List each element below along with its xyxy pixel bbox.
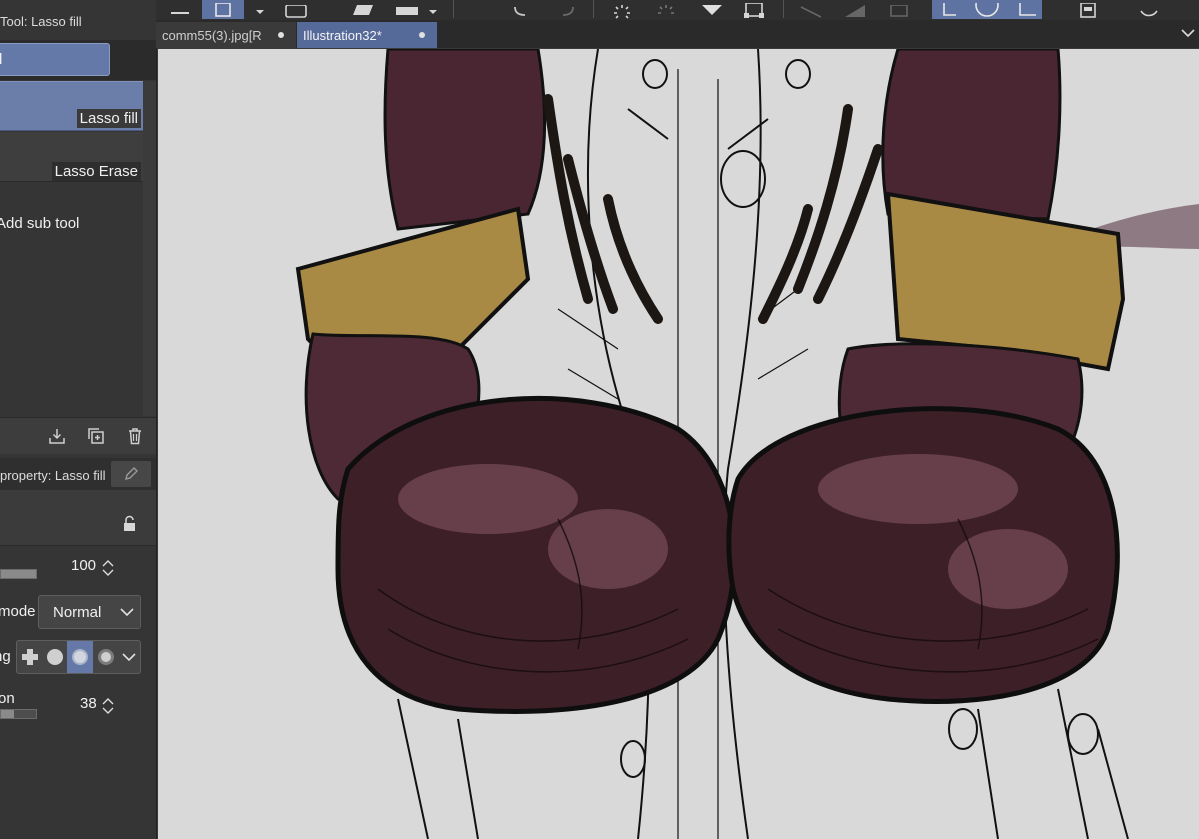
duplicate-icon[interactable] (85, 425, 107, 447)
aa-none-icon[interactable] (17, 641, 43, 673)
tab-comm55[interactable]: comm55(3).jpg[R (156, 22, 296, 48)
left-sleeve (383, 49, 547, 231)
canvas-area[interactable] (158, 49, 1199, 839)
modified-dot-icon (278, 32, 284, 38)
subtool-footer (0, 417, 156, 454)
opacity-value[interactable]: 100 (71, 557, 96, 574)
expansion-label: on (0, 690, 15, 707)
blending-mode-select[interactable]: Normal (38, 595, 141, 629)
menu-icon[interactable] (168, 0, 192, 19)
selection-mode-group[interactable] (932, 0, 1042, 19)
toolbar-divider (453, 0, 454, 18)
download-icon[interactable] (46, 425, 68, 447)
left-boxing-glove (335, 395, 737, 714)
subtool-label: Lasso Erase (51, 162, 141, 181)
expansion-slider-fill (1, 710, 15, 718)
modified-dot-icon (419, 32, 425, 38)
expansion-value[interactable]: 38 (80, 695, 97, 712)
subtool-lasso-erase[interactable]: Lasso Erase (0, 132, 143, 182)
opacity-slider-fill (1, 570, 36, 578)
clipboard-icon[interactable] (1072, 0, 1104, 19)
trash-icon[interactable] (124, 425, 146, 447)
toolbar-divider (593, 0, 594, 18)
expansion-slider[interactable] (0, 709, 37, 719)
aa-weak-icon[interactable] (42, 641, 68, 673)
transform-icon[interactable] (739, 0, 769, 19)
command-bar (156, 0, 1199, 20)
sparkle-icon[interactable] (652, 0, 680, 19)
aa-strong-icon[interactable] (93, 641, 119, 673)
sub-tool-panel: Tool: Lasso fill l Lasso fill Lasso Eras… (0, 0, 157, 839)
hair-locks (543, 94, 883, 324)
redo-icon[interactable] (552, 0, 580, 19)
tab-label: comm55(3).jpg[R (162, 28, 262, 43)
tool-group-button[interactable]: l (0, 43, 110, 76)
tab-label: Illustration32* (303, 28, 382, 43)
expansion-stepper-icon[interactable] (101, 696, 115, 716)
aa-medium-icon[interactable] (67, 641, 93, 673)
blending-mode-label: mode (0, 603, 36, 620)
anti-aliasing-label: ng (0, 648, 11, 665)
save-icon[interactable] (280, 0, 312, 19)
chevron-down-icon[interactable] (122, 651, 136, 663)
selection-layer-icon[interactable] (884, 0, 914, 19)
opacity-stepper-icon[interactable] (101, 558, 115, 578)
tool-group-label: l (0, 51, 3, 68)
speech-bubble-icon[interactable] (1134, 0, 1164, 19)
opacity-slider[interactable] (0, 569, 37, 579)
pencil-icon[interactable] (111, 461, 151, 487)
layer-icon[interactable] (392, 0, 422, 19)
sub-tool-panel-title: Tool: Lasso fill (0, 14, 82, 29)
canvas-icon[interactable] (202, 0, 244, 19)
chevron-down-icon[interactable] (426, 0, 440, 19)
document-tab-bar: comm55(3).jpg[R Illustration32* (156, 20, 1199, 48)
open-file-icon[interactable] (352, 0, 378, 19)
anti-aliasing-selector[interactable] (16, 640, 141, 674)
fill-bucket-icon[interactable] (696, 0, 726, 19)
chevron-down-icon[interactable] (1181, 26, 1195, 40)
toolbar-divider (783, 0, 784, 18)
tab-illustration32[interactable]: Illustration32* (297, 22, 437, 48)
tool-property-header: property: Lasso fill (0, 458, 156, 490)
subtool-lasso-fill[interactable]: Lasso fill (0, 81, 143, 131)
subtool-label: Lasso fill (76, 109, 141, 128)
chevron-down-icon[interactable] (252, 0, 268, 19)
deselect-icon[interactable] (796, 0, 826, 19)
right-sleeve (881, 49, 1062, 221)
add-sub-tool-button[interactable]: Add sub tool (0, 215, 79, 232)
chevron-down-icon (120, 608, 134, 617)
loading-icon[interactable] (608, 0, 636, 19)
undo-icon[interactable] (508, 0, 536, 19)
subtool-scrollbar[interactable] (143, 81, 156, 416)
invert-selection-icon[interactable] (840, 0, 870, 19)
tool-property-title: property: Lasso fill (0, 468, 106, 483)
blending-mode-value: Normal (53, 604, 102, 621)
illustration-boxing-gloves (295, 49, 1199, 839)
lock-icon[interactable] (121, 515, 139, 533)
